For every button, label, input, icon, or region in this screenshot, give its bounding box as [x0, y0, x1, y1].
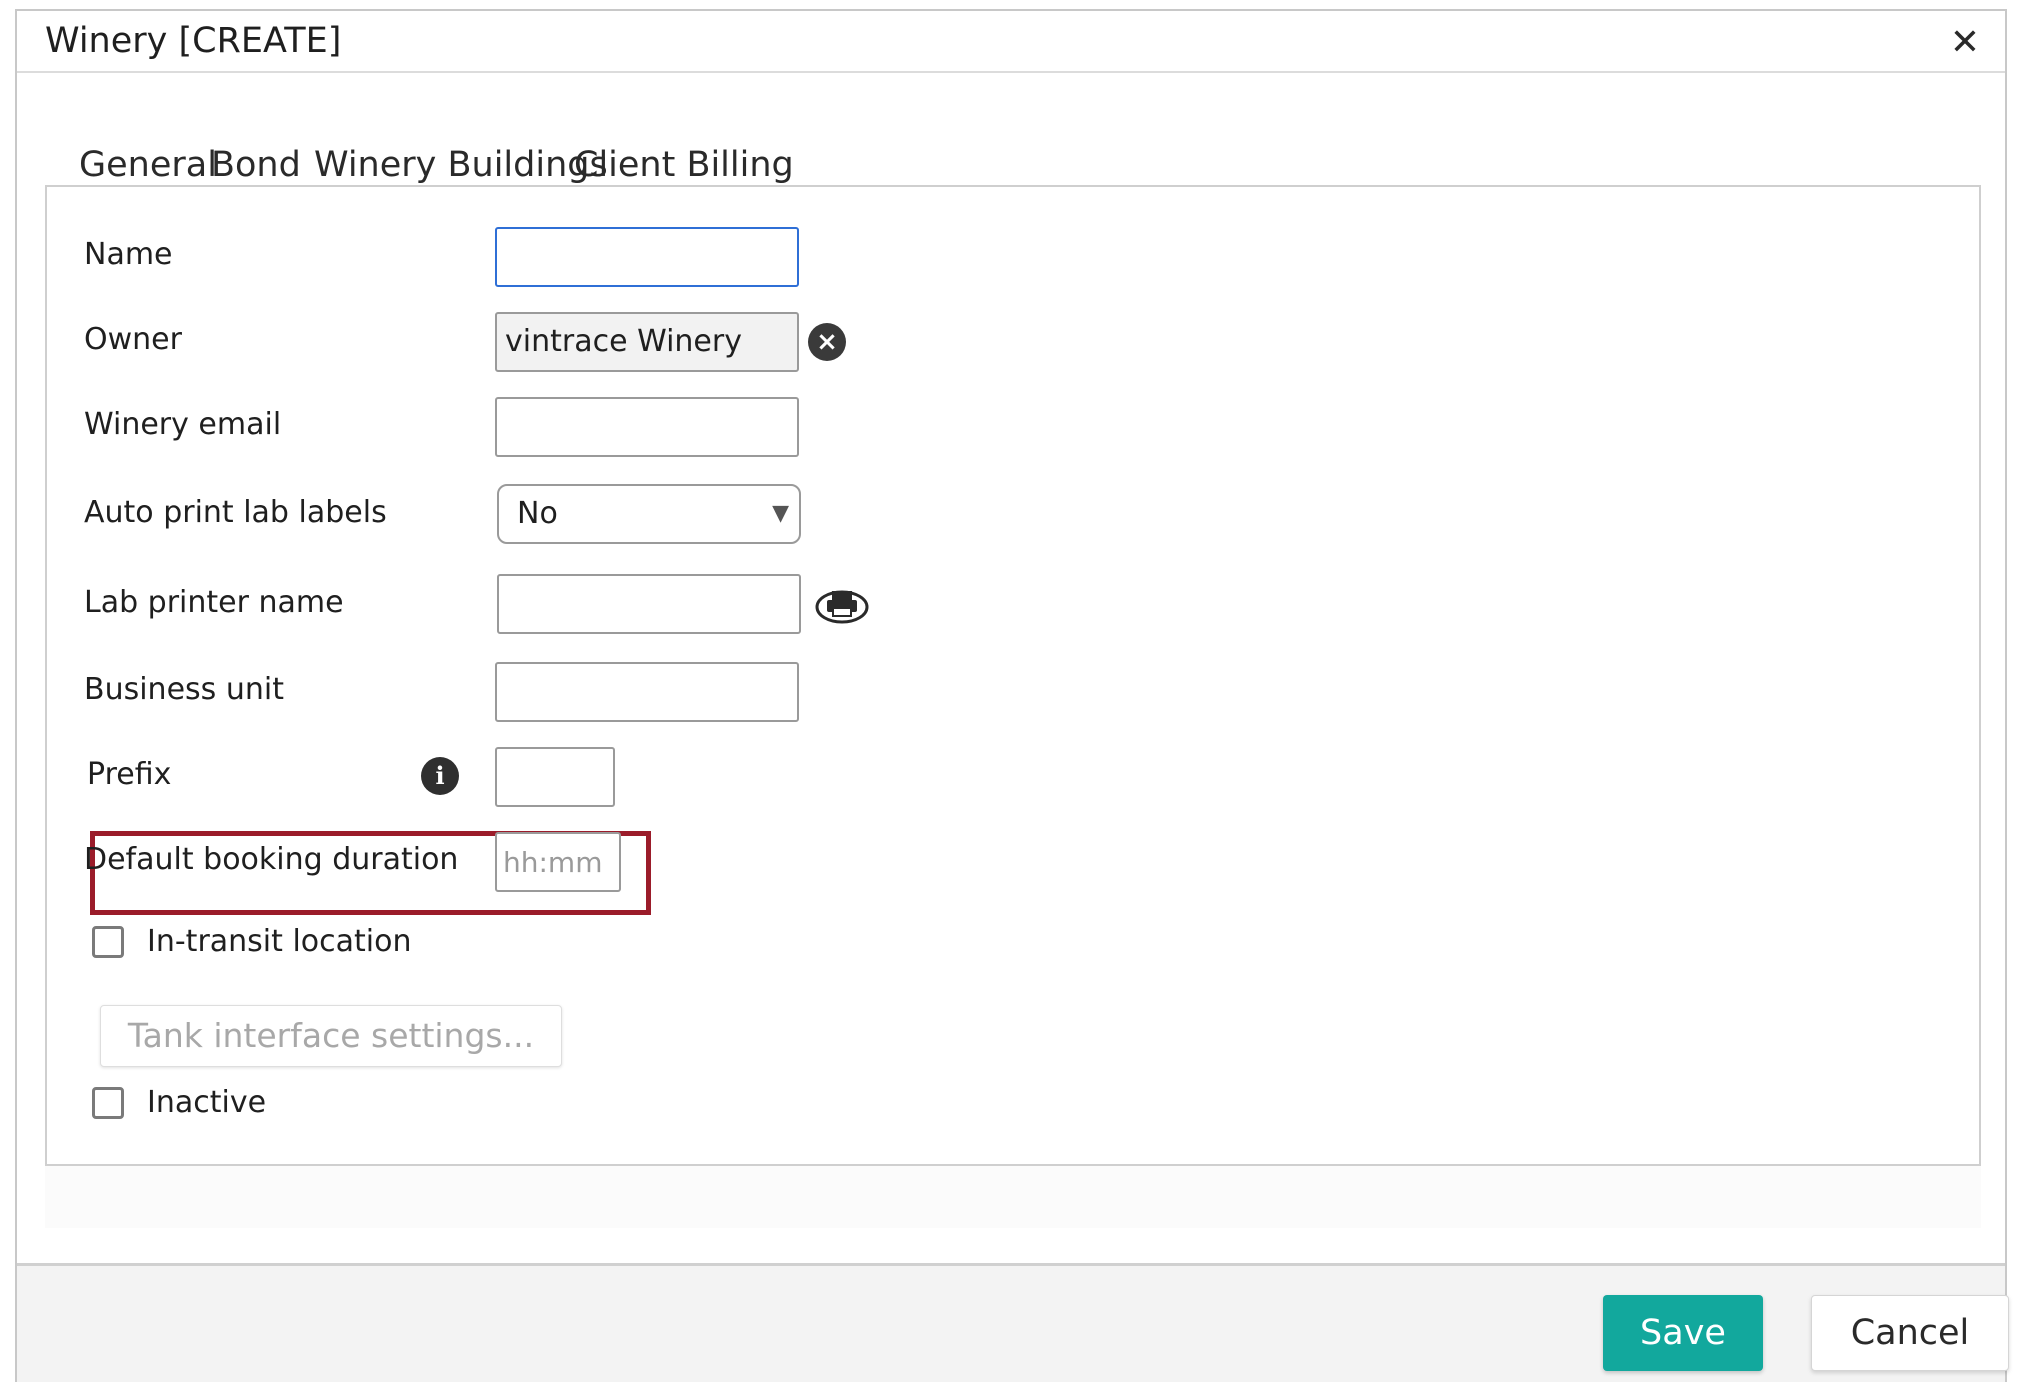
default-booking-duration-label: Default booking duration	[84, 842, 459, 877]
business-unit-input[interactable]	[495, 662, 799, 722]
tank-interface-settings-button: Tank interface settings...	[100, 1005, 562, 1067]
clear-icon[interactable]: ×	[808, 323, 846, 361]
inactive-checkbox[interactable]	[92, 1087, 124, 1119]
printer-icon[interactable]	[815, 586, 869, 624]
save-button[interactable]: Save	[1603, 1295, 1763, 1371]
prefix-input[interactable]	[495, 747, 615, 807]
lab-printer-label: Lab printer name	[84, 585, 344, 620]
dropdown-arrow-icon: ▼	[772, 501, 789, 526]
cancel-button[interactable]: Cancel	[1811, 1295, 2009, 1371]
in-transit-checkbox[interactable]	[92, 926, 124, 958]
auto-print-select[interactable]: No ▼	[497, 484, 801, 544]
in-transit-label: In-transit location	[147, 924, 412, 959]
name-input[interactable]	[495, 227, 799, 287]
business-unit-label: Business unit	[84, 672, 284, 707]
default-booking-duration-input[interactable]	[495, 832, 621, 892]
lab-printer-input[interactable]	[497, 574, 801, 634]
name-label: Name	[84, 237, 173, 272]
winery-email-label: Winery email	[84, 407, 282, 442]
owner-label: Owner	[84, 322, 182, 357]
winery-create-dialog: Winery [CREATE] ✕ General Bond Winery Bu…	[15, 9, 2009, 1382]
owner-field: vintrace Winery	[495, 312, 799, 372]
auto-print-label: Auto print lab labels	[84, 495, 387, 530]
dialog-titlebar: Winery [CREATE] ✕	[17, 11, 2005, 73]
info-icon[interactable]: i	[421, 757, 459, 795]
auto-print-selected-value: No	[517, 496, 558, 531]
winery-email-input[interactable]	[495, 397, 799, 457]
prefix-label: Prefix	[87, 757, 172, 792]
dialog-title: Winery [CREATE]	[45, 21, 342, 61]
inactive-label: Inactive	[147, 1085, 267, 1120]
panel-spacer	[45, 1166, 1981, 1228]
close-icon[interactable]: ✕	[1945, 23, 1985, 63]
